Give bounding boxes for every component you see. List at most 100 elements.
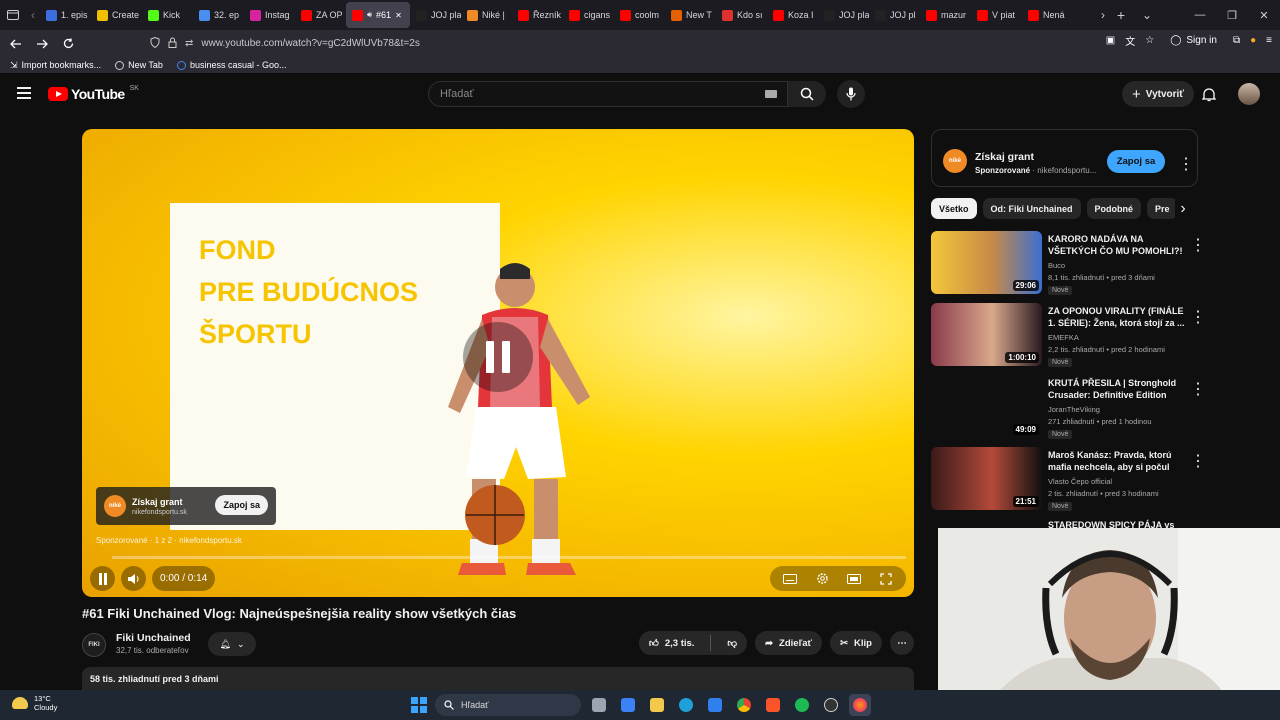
browser-tab[interactable]: Nená (1022, 2, 1073, 28)
task-view-icon[interactable] (588, 694, 610, 716)
filter-chip[interactable]: Všetko (931, 198, 977, 219)
youtube-logo[interactable]: YouTube SK (48, 85, 139, 102)
back-icon[interactable] (4, 32, 28, 56)
search-input[interactable]: Hľadať (428, 81, 788, 107)
windows-start-icon[interactable] (411, 697, 427, 713)
tab-close-icon[interactable]: ✕ (395, 11, 402, 20)
video-title[interactable]: KRUTÁ PŘESILA | Stronghold Crusader: Def… (1048, 377, 1186, 401)
photos-icon[interactable] (704, 694, 726, 716)
ad-cta-button[interactable]: Zapoj sa (1107, 150, 1165, 173)
ad-more-icon[interactable]: ⋮ (1178, 154, 1194, 174)
like-button[interactable]: 👍︎ 2,3 tis. (638, 631, 705, 655)
filter-chip[interactable]: Od: Fiki Unchained (982, 198, 1081, 219)
description-box[interactable]: 58 tis. zhliadnutí pred 3 dňami (82, 667, 914, 691)
tab-audio-icon[interactable]: 🔊︎ (367, 10, 372, 20)
extensions-icon[interactable]: ⧉ (1233, 35, 1240, 46)
theater-mode-icon[interactable] (840, 566, 868, 591)
filter-chip[interactable]: Podobné (1086, 198, 1142, 219)
tracking-shield-icon[interactable] (150, 36, 160, 51)
dislike-button[interactable]: 👎︎ (717, 631, 748, 655)
firefox-icon[interactable] (849, 694, 871, 716)
tab-scroll-left-icon[interactable]: ‹ (26, 0, 40, 30)
recommendation-item[interactable]: 21:51 Maroš Kanász: Pravda, ktorú mafia n… (931, 447, 1206, 519)
ad-cta-button[interactable]: Zapoj sa (215, 495, 268, 515)
video-thumbnail[interactable]: 29:06 (931, 231, 1042, 294)
url-text[interactable]: www.youtube.com/watch?v=gC2dWlUVb78&t=2s (201, 38, 419, 49)
browser-tab[interactable]: New T (665, 2, 716, 28)
close-icon[interactable]: ✕ (1248, 0, 1280, 30)
taskbar-search[interactable]: Hľadať (435, 694, 581, 716)
recommendation-item[interactable]: 29:06 KARORO NADÁVA NA VŠETKÝCH ČO MU POM… (931, 231, 1206, 303)
sidebar-ad-card[interactable]: niké Získaj grant Sponzorované · nikefon… (931, 129, 1198, 187)
forward-icon[interactable] (30, 32, 54, 56)
in-video-ad-card[interactable]: niké Získaj grant nikefondsportu.sk Zapo… (96, 487, 276, 525)
fullscreen-icon[interactable] (872, 566, 900, 591)
browser-tab[interactable]: 🔊︎ #61 ✕ (346, 2, 410, 28)
channel-name[interactable]: Fiki Unchained (116, 632, 191, 644)
notifications-icon[interactable] (1200, 85, 1218, 103)
browser-tab[interactable]: Řezník (512, 2, 563, 28)
progress-bar[interactable] (112, 556, 906, 559)
reload-icon[interactable] (56, 32, 80, 56)
browser-tab[interactable]: 1. epis (40, 2, 91, 28)
reader-view-icon[interactable]: ▣ (1106, 35, 1115, 46)
keyboard-icon[interactable] (765, 90, 777, 98)
browser-tab[interactable]: cigans (563, 2, 614, 28)
video-thumbnail[interactable]: 1:00:10 (931, 303, 1042, 366)
pause-overlay-icon[interactable] (463, 322, 533, 392)
create-button[interactable]: + Vytvoriť (1122, 81, 1195, 107)
brave-icon[interactable] (762, 694, 784, 716)
channel-name[interactable]: Vlasto Čepo official (1048, 477, 1112, 486)
maximize-icon[interactable]: ❐ (1216, 0, 1248, 30)
video-title[interactable]: Maroš Kanász: Pravda, ktorú mafia nechce… (1048, 449, 1186, 473)
edge-icon[interactable] (675, 694, 697, 716)
video-title[interactable]: ZA OPONOU VIRALITY (FINÁLE 1. SÉRIE): Že… (1048, 305, 1186, 329)
lock-icon[interactable] (168, 37, 177, 51)
guide-menu-icon[interactable] (17, 87, 31, 99)
address-bar[interactable]: ⇄ www.youtube.com/watch?v=gC2dWlUVb78&t=… (150, 33, 1075, 54)
account-avatar[interactable] (1238, 83, 1260, 105)
spotify-icon[interactable] (791, 694, 813, 716)
store-icon[interactable] (617, 694, 639, 716)
bookmark-google[interactable]: business casual - Goo... (176, 60, 287, 70)
browser-tab[interactable]: Instag (244, 2, 295, 28)
browser-tab[interactable]: Kdo sı (716, 2, 767, 28)
video-thumbnail[interactable]: 49:09 (931, 375, 1042, 438)
chips-next-icon[interactable]: › (1175, 200, 1191, 218)
channel-name[interactable]: JoranTheViking (1048, 405, 1100, 414)
profile-extension-icon[interactable]: ● (1250, 35, 1256, 46)
list-tabs-icon[interactable]: ⌄ (1134, 0, 1160, 30)
tab-overview-icon[interactable] (0, 0, 26, 30)
video-thumbnail[interactable]: 21:51 (931, 447, 1042, 510)
browser-tab[interactable]: Create (91, 2, 142, 28)
bookmark-new-tab[interactable]: New Tab (115, 60, 163, 70)
subtitles-icon[interactable] (776, 566, 804, 591)
recommendation-item[interactable]: 1:00:10 ZA OPONOU VIRALITY (FINÁLE 1. SÉR… (931, 303, 1206, 375)
browser-tab[interactable]: 32. ep (193, 2, 244, 28)
browser-tab[interactable]: Koza I (767, 2, 818, 28)
video-player[interactable]: FOND PRE BUDÚCNOS ŠPORTU niké Získaj gra… (82, 129, 914, 597)
bookmark-import[interactable]: ⇲ Import bookmarks... (10, 60, 101, 71)
settings-gear-icon[interactable] (808, 566, 836, 591)
minimize-icon[interactable]: — (1184, 0, 1216, 30)
translate-icon[interactable]: 文 (1125, 33, 1135, 48)
menu-icon[interactable]: ≡ (1266, 35, 1272, 46)
mute-button[interactable] (121, 566, 146, 591)
search-button[interactable] (788, 81, 826, 107)
browser-tab[interactable]: JOJ play (410, 2, 461, 28)
browser-tab[interactable]: ZA OP (295, 2, 346, 28)
browser-tab[interactable]: V piat (971, 2, 1022, 28)
browser-tab[interactable]: JOJ play (818, 2, 869, 28)
sign-in-button[interactable]: ◯ Sign in (1164, 33, 1223, 48)
video-title[interactable]: KARORO NADÁVA NA VŠETKÝCH ČO MU POMOHLI?… (1048, 233, 1186, 257)
browser-tab[interactable]: coolm (614, 2, 665, 28)
weather-widget[interactable]: 13°C Cloudy (12, 694, 57, 712)
more-options-icon[interactable]: ⋮ (1190, 379, 1206, 399)
browser-tab[interactable]: mazur (920, 2, 971, 28)
pause-button[interactable] (90, 566, 115, 591)
channel-name[interactable]: Buco (1048, 261, 1065, 270)
filter-chip[interactable]: Pre (1147, 198, 1178, 219)
clip-button[interactable]: ✂ Klip (830, 631, 882, 655)
recommendation-item[interactable]: 49:09 KRUTÁ PŘESILA | Stronghold Crusader… (931, 375, 1206, 447)
browser-tab[interactable]: Niké | (461, 2, 512, 28)
